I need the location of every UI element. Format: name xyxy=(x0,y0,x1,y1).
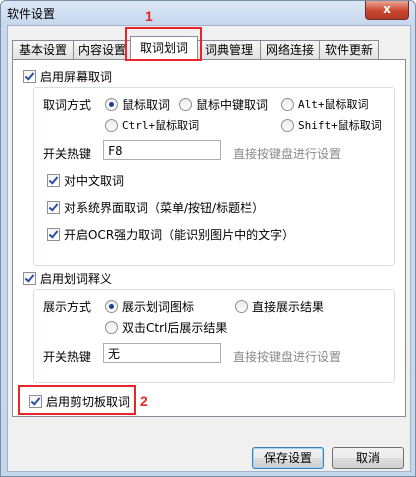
checkbox-icon xyxy=(29,395,42,408)
enable-selection-translate-checkbox[interactable]: 启用划词释义 xyxy=(23,270,112,287)
enable-selection-translate-label: 启用划词释义 xyxy=(40,272,113,286)
translate-hotkey-label: 开关热键 xyxy=(43,350,92,364)
lookup-hotkey-hint: 直接按键盘进行设置 xyxy=(233,147,342,161)
enable-clipboard-lookup-label: 启用剪切板取词 xyxy=(46,395,131,409)
radio-double-ctrl[interactable]: 双击Ctrl后展示结果 xyxy=(105,319,227,336)
tab-content[interactable]: 内容设置 xyxy=(73,40,131,59)
radio-icon xyxy=(105,321,118,334)
radio-show-icon[interactable]: 展示划词图标 xyxy=(105,298,194,315)
radio-icon xyxy=(235,300,248,313)
checkbox-icon xyxy=(47,174,60,187)
radio-icon xyxy=(281,118,294,132)
radio-icon xyxy=(281,97,294,111)
enable-screen-lookup-label: 启用屏幕取词 xyxy=(40,70,113,84)
radio-icon xyxy=(105,300,118,313)
dialog-client-area: 基本设置 内容设置 取词划词 词典管理 网络连接 软件更新 启用屏幕取词 取词方… xyxy=(7,25,411,472)
lookup-method-label: 取词方式 xyxy=(43,98,92,112)
annotation-number-1: 1 xyxy=(145,8,153,24)
radio-icon xyxy=(105,118,118,132)
radio-label: 鼠标取词 xyxy=(122,98,171,112)
checkbox-icon xyxy=(23,272,36,285)
enable-screen-lookup-checkbox[interactable]: 启用屏幕取词 xyxy=(23,68,112,85)
radio-icon xyxy=(179,98,192,111)
radio-label: Ctrl+鼠标取词 xyxy=(122,119,200,132)
radio-label: 直接展示结果 xyxy=(252,300,325,314)
radio-label: Shift+鼠标取词 xyxy=(298,119,382,132)
radio-icon xyxy=(105,98,118,111)
radio-ctrl-mouse-lookup[interactable]: Ctrl+鼠标取词 xyxy=(105,117,199,133)
radio-label: 鼠标中键取词 xyxy=(196,98,269,112)
radio-middle-button-lookup[interactable]: 鼠标中键取词 xyxy=(179,96,268,113)
checkbox-icon xyxy=(47,228,60,241)
lookup-hotkey-input[interactable]: F8 xyxy=(103,140,221,160)
tab-update[interactable]: 软件更新 xyxy=(319,40,379,59)
tab-panel: 启用屏幕取词 取词方式 鼠标取词 鼠标中键取词 Alt+鼠标取词 Ctrl+鼠标… xyxy=(12,59,406,417)
cancel-button[interactable]: 取消 xyxy=(332,447,404,469)
tab-network[interactable]: 网络连接 xyxy=(260,40,320,59)
ocr-lookup-label: 开启OCR强力取词（能识别图片中的文字） xyxy=(64,228,295,242)
close-icon: x xyxy=(383,2,391,16)
tab-dictionary[interactable]: 词典管理 xyxy=(197,40,261,59)
tab-lookup[interactable]: 取词划词 xyxy=(130,36,198,60)
radio-shift-mouse-lookup[interactable]: Shift+鼠标取词 xyxy=(281,117,382,133)
annotation-number-2: 2 xyxy=(140,393,148,409)
radio-label: Alt+鼠标取词 xyxy=(298,98,369,111)
system-ui-lookup-checkbox[interactable]: 对系统界面取词（菜单/按钮/标题栏） xyxy=(47,199,264,216)
close-button[interactable]: x xyxy=(365,1,409,20)
radio-label: 展示划词图标 xyxy=(122,300,195,314)
radio-label: 双击Ctrl后展示结果 xyxy=(122,321,228,335)
chinese-lookup-checkbox[interactable]: 对中文取词 xyxy=(47,172,124,189)
checkbox-icon xyxy=(23,70,36,83)
radio-mouse-lookup[interactable]: 鼠标取词 xyxy=(105,96,170,113)
ocr-lookup-checkbox[interactable]: 开启OCR强力取词（能识别图片中的文字） xyxy=(47,226,294,243)
tab-basic[interactable]: 基本设置 xyxy=(12,40,74,59)
radio-show-result[interactable]: 直接展示结果 xyxy=(235,298,324,315)
enable-clipboard-lookup-checkbox[interactable]: 启用剪切板取词 xyxy=(29,393,130,410)
title-bar[interactable]: 软件设置 x xyxy=(1,1,415,25)
tab-strip: 基本设置 内容设置 取词划词 词典管理 网络连接 软件更新 xyxy=(12,36,408,60)
translate-hotkey-hint: 直接按键盘进行设置 xyxy=(233,350,342,364)
lookup-hotkey-label: 开关热键 xyxy=(43,147,92,161)
translate-hotkey-input[interactable]: 无 xyxy=(103,343,221,363)
radio-alt-mouse-lookup[interactable]: Alt+鼠标取词 xyxy=(281,96,369,112)
settings-window: 软件设置 x 基本设置 内容设置 取词划词 词典管理 网络连接 软件更新 启用屏… xyxy=(0,0,416,477)
system-ui-lookup-label: 对系统界面取词（菜单/按钮/标题栏） xyxy=(64,201,265,215)
display-method-label: 展示方式 xyxy=(43,300,92,314)
chinese-lookup-label: 对中文取词 xyxy=(64,174,125,188)
checkbox-icon xyxy=(47,201,60,214)
window-title: 软件设置 xyxy=(7,7,56,21)
save-settings-button[interactable]: 保存设置 xyxy=(252,447,324,469)
